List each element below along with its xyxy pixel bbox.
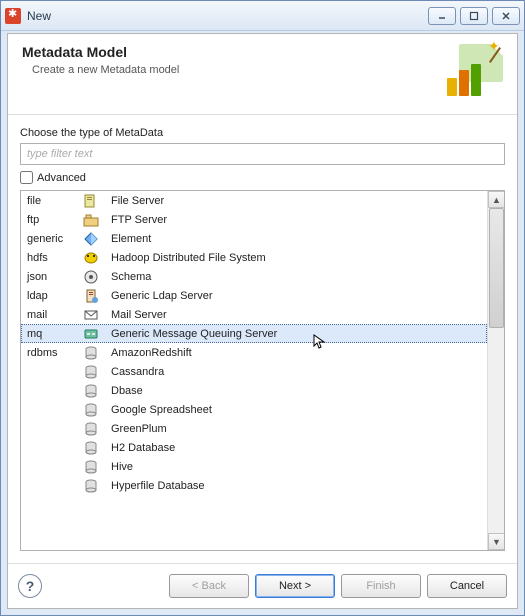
window-title: New bbox=[27, 9, 428, 23]
wizard-header: Metadata Model Create a new Metadata mod… bbox=[8, 34, 517, 115]
mail-icon bbox=[77, 305, 105, 324]
help-button[interactable]: ? bbox=[18, 574, 42, 598]
page-title: Metadata Model bbox=[22, 44, 445, 60]
row-label: AmazonRedshift bbox=[105, 343, 487, 362]
client-area: Metadata Model Create a new Metadata mod… bbox=[7, 33, 518, 609]
table-row[interactable]: Hive bbox=[21, 457, 487, 476]
row-key: mq bbox=[21, 324, 77, 343]
table-row[interactable]: Google Spreadsheet bbox=[21, 400, 487, 419]
back-button[interactable]: < Back bbox=[169, 574, 249, 598]
metadata-list-container: file File Server ftp FTP Server generic Eleme… bbox=[20, 190, 505, 551]
row-key: hdfs bbox=[21, 248, 77, 267]
row-key: rdbms bbox=[21, 343, 77, 362]
row-key bbox=[21, 381, 77, 400]
db-icon bbox=[77, 457, 105, 476]
wizard-footer: ? < Back Next > Finish Cancel bbox=[8, 563, 517, 608]
ftp-icon bbox=[77, 210, 105, 229]
table-row[interactable]: ldap Generic Ldap Server bbox=[21, 286, 487, 305]
row-label: FTP Server bbox=[105, 210, 487, 229]
row-label: Dbase bbox=[105, 381, 487, 400]
schema-icon bbox=[77, 267, 105, 286]
row-key bbox=[21, 419, 77, 438]
scroll-thumb[interactable] bbox=[489, 208, 504, 328]
scroll-up-button[interactable]: ▲ bbox=[488, 191, 505, 208]
close-button[interactable] bbox=[492, 7, 520, 25]
row-label: H2 Database bbox=[105, 438, 487, 457]
table-row[interactable]: mail Mail Server bbox=[21, 305, 487, 324]
row-label: Google Spreadsheet bbox=[105, 400, 487, 419]
table-row[interactable]: Dbase bbox=[21, 381, 487, 400]
db-icon bbox=[77, 362, 105, 381]
window-buttons bbox=[428, 7, 520, 25]
row-key: ldap bbox=[21, 286, 77, 305]
table-row[interactable]: H2 Database bbox=[21, 438, 487, 457]
table-row[interactable]: Cassandra bbox=[21, 362, 487, 381]
filter-input[interactable] bbox=[20, 143, 505, 165]
db-icon bbox=[77, 419, 105, 438]
row-key: ftp bbox=[21, 210, 77, 229]
wizard-image: ✦ bbox=[445, 44, 503, 102]
row-key bbox=[21, 457, 77, 476]
db-icon bbox=[77, 438, 105, 457]
table-row[interactable]: ftp FTP Server bbox=[21, 210, 487, 229]
row-key: json bbox=[21, 267, 77, 286]
db-icon bbox=[77, 343, 105, 362]
cancel-button[interactable]: Cancel bbox=[427, 574, 507, 598]
table-row[interactable]: generic Element bbox=[21, 229, 487, 248]
row-key bbox=[21, 400, 77, 419]
row-label: Hive bbox=[105, 457, 487, 476]
row-key: generic bbox=[21, 229, 77, 248]
row-key: file bbox=[21, 191, 77, 210]
advanced-checkbox[interactable] bbox=[20, 171, 33, 184]
next-button[interactable]: Next > bbox=[255, 574, 335, 598]
row-label: GreenPlum bbox=[105, 419, 487, 438]
db-icon bbox=[77, 476, 105, 495]
row-label: Element bbox=[105, 229, 487, 248]
row-label: Generic Ldap Server bbox=[105, 286, 487, 305]
scroll-down-button[interactable]: ▼ bbox=[488, 533, 505, 550]
db-icon bbox=[77, 381, 105, 400]
metadata-list[interactable]: file File Server ftp FTP Server generic Eleme… bbox=[21, 191, 487, 550]
row-key bbox=[21, 476, 77, 495]
minimize-button[interactable] bbox=[428, 7, 456, 25]
mq-icon bbox=[77, 324, 105, 343]
row-label: Schema bbox=[105, 267, 487, 286]
db-icon bbox=[77, 400, 105, 419]
maximize-button[interactable] bbox=[460, 7, 488, 25]
table-row[interactable]: file File Server bbox=[21, 191, 487, 210]
row-key bbox=[21, 362, 77, 381]
page-subtitle: Create a new Metadata model bbox=[32, 64, 445, 76]
row-label: Hadoop Distributed File System bbox=[105, 248, 487, 267]
row-key bbox=[21, 438, 77, 457]
hadoop-icon bbox=[77, 248, 105, 267]
table-row[interactable]: GreenPlum bbox=[21, 419, 487, 438]
advanced-row: Advanced bbox=[20, 171, 505, 184]
scrollbar[interactable]: ▲ ▼ bbox=[487, 191, 504, 550]
table-row[interactable]: hdfs Hadoop Distributed File System bbox=[21, 248, 487, 267]
row-label: Mail Server bbox=[105, 305, 487, 324]
row-label: Hyperfile Database bbox=[105, 476, 487, 495]
row-label: Cassandra bbox=[105, 362, 487, 381]
table-row[interactable]: mq Generic Message Queuing Server bbox=[21, 324, 487, 343]
row-label: Generic Message Queuing Server bbox=[105, 324, 487, 343]
table-row[interactable]: rdbms AmazonRedshift bbox=[21, 343, 487, 362]
advanced-label[interactable]: Advanced bbox=[37, 172, 86, 184]
finish-button[interactable]: Finish bbox=[341, 574, 421, 598]
element-icon bbox=[77, 229, 105, 248]
row-key: mail bbox=[21, 305, 77, 324]
wizard-body: Choose the type of MetaData Advanced fil… bbox=[8, 115, 517, 563]
row-label: File Server bbox=[105, 191, 487, 210]
choose-label: Choose the type of MetaData bbox=[20, 127, 505, 139]
table-row[interactable]: json Schema bbox=[21, 267, 487, 286]
table-row[interactable]: Hyperfile Database bbox=[21, 476, 487, 495]
titlebar[interactable]: New bbox=[1, 1, 524, 31]
file-server-icon bbox=[77, 191, 105, 210]
app-icon bbox=[5, 8, 21, 24]
ldap-icon bbox=[77, 286, 105, 305]
